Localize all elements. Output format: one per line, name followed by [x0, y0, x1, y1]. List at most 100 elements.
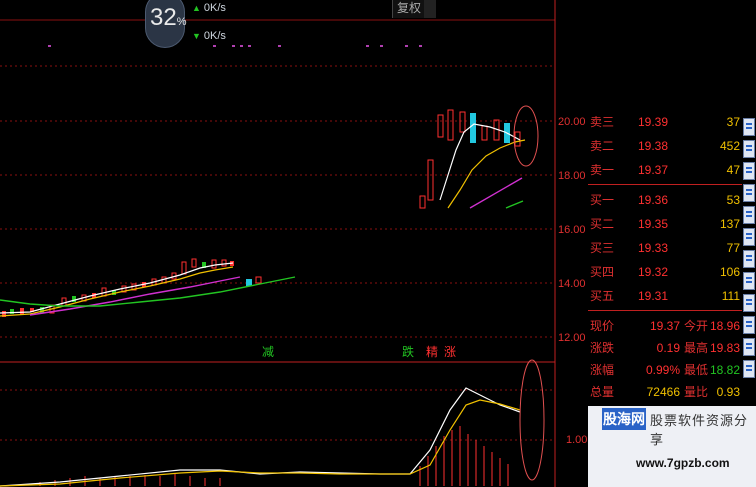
- stat-value: 18.82: [709, 363, 740, 377]
- menu-icon[interactable]: [424, 0, 436, 18]
- tool-button[interactable]: [743, 250, 755, 268]
- bid-price: 19.31: [638, 289, 669, 303]
- bid-row-1[interactable]: 买一 19.36 53: [588, 190, 742, 210]
- stat-value: 0.99%: [645, 363, 680, 377]
- ask-label: 卖一: [590, 163, 615, 177]
- tool-button[interactable]: [743, 228, 755, 246]
- signal-zhang: 涨: [444, 345, 457, 359]
- ma-green-line-right: [505, 200, 524, 209]
- stat-label: 涨跌: [590, 341, 615, 355]
- stat-label: 今开: [684, 319, 709, 333]
- marker-row: [48, 45, 422, 47]
- bid-label: 买一: [590, 193, 615, 207]
- stat-label: 涨幅: [590, 363, 615, 377]
- stat-row: 总量 72466 量比 0.93: [588, 382, 742, 402]
- stat-value: 0.19: [656, 341, 680, 355]
- ask-row-2[interactable]: 卖二 19.38 452: [588, 136, 742, 156]
- bid-row-5[interactable]: 买五 19.31 111: [588, 286, 742, 306]
- bid-row-3[interactable]: 买三 19.33 77: [588, 238, 742, 258]
- bid-vol: 53: [726, 193, 740, 207]
- upload-speed: ▲ 0K/s: [192, 2, 226, 14]
- bid-label: 买五: [590, 289, 615, 303]
- indicator-white-line: [0, 387, 521, 487]
- watermark-url: www.7gpzb.com: [636, 456, 730, 470]
- stat-row: 涨跌 0.19 最高 19.83: [588, 338, 742, 358]
- arrow-down-icon: ▼: [192, 31, 201, 41]
- axis-tick-18: 18.00: [558, 170, 586, 182]
- candles-left: [2, 258, 262, 317]
- axis-tick-14: 14.00: [558, 278, 586, 290]
- signal-die: 跌: [402, 345, 415, 359]
- tool-button[interactable]: [743, 272, 755, 290]
- candles-right: [419, 109, 521, 209]
- fuquan-button[interactable]: 复权: [392, 0, 425, 18]
- axis-tick-20: 20.00: [558, 116, 586, 128]
- ask-price: 19.38: [638, 139, 669, 153]
- watermark-logo: 股海网: [602, 408, 646, 430]
- ask-label: 卖二: [590, 139, 615, 153]
- tool-button[interactable]: [743, 162, 755, 180]
- highlight-circle-top: [513, 105, 539, 167]
- indicator-yellow-line: [0, 399, 521, 487]
- ask-price: 19.39: [638, 115, 669, 129]
- tool-button[interactable]: [743, 294, 755, 312]
- ask-row-3[interactable]: 卖三 19.39 37: [588, 112, 742, 132]
- bid-row-2[interactable]: 买二 19.35 137: [588, 214, 742, 234]
- signal-jing: 精: [426, 345, 439, 359]
- stat-label: 现价: [590, 319, 615, 333]
- download-speed: ▼ 0K/s: [192, 30, 226, 42]
- bid-label: 买二: [590, 217, 615, 231]
- ask-price: 19.37: [638, 163, 669, 177]
- ask-vol: 37: [726, 115, 740, 129]
- stat-label: 最高: [684, 341, 709, 355]
- quote-divider: [588, 310, 742, 311]
- axis-tick-12: 12.00: [558, 332, 586, 344]
- stat-label: 最低: [684, 363, 709, 377]
- bid-price: 19.32: [638, 265, 669, 279]
- tool-button[interactable]: [743, 206, 755, 224]
- ask-row-1[interactable]: 卖一 19.37 47: [588, 160, 742, 180]
- kline-chart[interactable]: [0, 0, 588, 487]
- stat-value: 19.83: [709, 341, 740, 355]
- tool-button[interactable]: [743, 360, 755, 378]
- ask-vol: 47: [726, 163, 740, 177]
- chart-gridlines: [0, 0, 556, 487]
- stat-value: 72466: [646, 385, 680, 399]
- bid-price: 19.36: [638, 193, 669, 207]
- bid-price: 19.33: [638, 241, 669, 255]
- highlight-circle-bottom: [519, 359, 545, 481]
- tool-button[interactable]: [743, 140, 755, 158]
- stat-label: 量比: [684, 385, 709, 399]
- ma-white-line: [0, 262, 234, 314]
- bid-vol: 111: [721, 289, 740, 303]
- quote-divider: [588, 184, 742, 185]
- stat-row: 涨幅 0.99% 最低 18.82: [588, 360, 742, 380]
- tool-button[interactable]: [743, 316, 755, 334]
- stat-row: 现价 19.37 今开 18.96: [588, 316, 742, 336]
- axis-tick-1: 1.00: [566, 434, 588, 446]
- watermark-title: 股票软件资源分享: [650, 413, 749, 447]
- bid-vol: 77: [726, 241, 740, 255]
- stat-value: 0.93: [716, 385, 740, 399]
- bid-vol: 137: [719, 217, 740, 231]
- arrow-up-icon: ▲: [192, 3, 201, 13]
- stat-label: 总量: [590, 385, 615, 399]
- bid-price: 19.35: [638, 217, 669, 231]
- ma-yellow-line: [0, 266, 234, 317]
- speed-percent: 32%: [150, 4, 187, 31]
- bid-vol: 106: [719, 265, 740, 279]
- ask-label: 卖三: [590, 115, 615, 129]
- ask-vol: 452: [719, 139, 740, 153]
- tool-button[interactable]: [743, 338, 755, 356]
- bid-row-4[interactable]: 买四 19.32 106: [588, 262, 742, 282]
- stat-value: 19.37: [649, 319, 680, 333]
- bid-label: 买三: [590, 241, 615, 255]
- tool-button[interactable]: [743, 118, 755, 136]
- ma-magenta-line-right: [469, 177, 523, 209]
- tool-button[interactable]: [743, 184, 755, 202]
- bid-label: 买四: [590, 265, 615, 279]
- right-toolbar: [742, 108, 756, 408]
- signal-jian: 减: [262, 345, 275, 359]
- axis-tick-16: 16.00: [558, 224, 586, 236]
- stat-value: 18.96: [709, 319, 740, 333]
